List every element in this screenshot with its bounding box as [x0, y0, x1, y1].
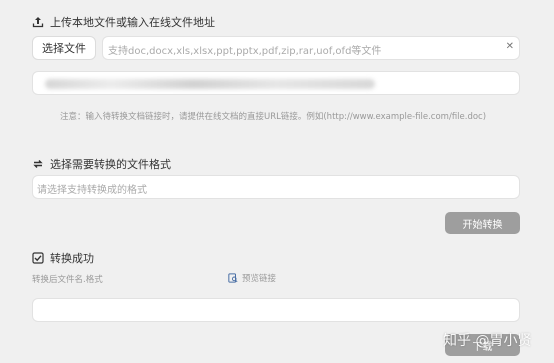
blurred-url-value [45, 79, 375, 89]
upload-section-title: 上传本地文件或输入在线文件地址 [32, 14, 215, 30]
url-input[interactable] [32, 71, 520, 95]
file-input[interactable]: 支持doc,docx,xls,xlsx,ppt,pptx,pdf,zip,rar… [102, 36, 520, 60]
upload-icon [32, 16, 44, 28]
format-section-title: 选择需要转换的文件格式 [32, 156, 171, 172]
format-select[interactable]: 请选择支持转换成的格式 [32, 175, 520, 199]
preview-icon [228, 273, 238, 283]
close-icon[interactable]: ✕ [506, 41, 514, 52]
upload-title-text: 上传本地文件或输入在线文件地址 [50, 16, 215, 29]
watermark-text: 知乎 @胃小贤 [443, 333, 532, 349]
result-output-field[interactable] [32, 298, 520, 322]
url-note: 注意：输入待转换文档链接时，请提供在线文档的直接URL链接。例如(http://… [60, 112, 487, 122]
result-title-text: 转换成功 [50, 252, 94, 265]
file-input-placeholder: 支持doc,docx,xls,xlsx,ppt,pptx,pdf,zip,rar… [108, 46, 382, 57]
format-select-placeholder: 请选择支持转换成的格式 [37, 185, 147, 196]
format-title-text: 选择需要转换的文件格式 [50, 158, 171, 171]
start-convert-button[interactable]: 开始转换 [445, 212, 520, 234]
preview-link-text: 预览链接 [242, 274, 277, 284]
checkbox-checked-icon [32, 252, 44, 264]
select-file-button[interactable]: 选择文件 [32, 36, 96, 60]
convert-arrows-icon [32, 158, 44, 170]
preview-link[interactable]: 预览链接 [228, 272, 276, 284]
result-file-label: 转换后文件名.格式 [32, 275, 103, 285]
result-section-title: 转换成功 [32, 250, 94, 266]
